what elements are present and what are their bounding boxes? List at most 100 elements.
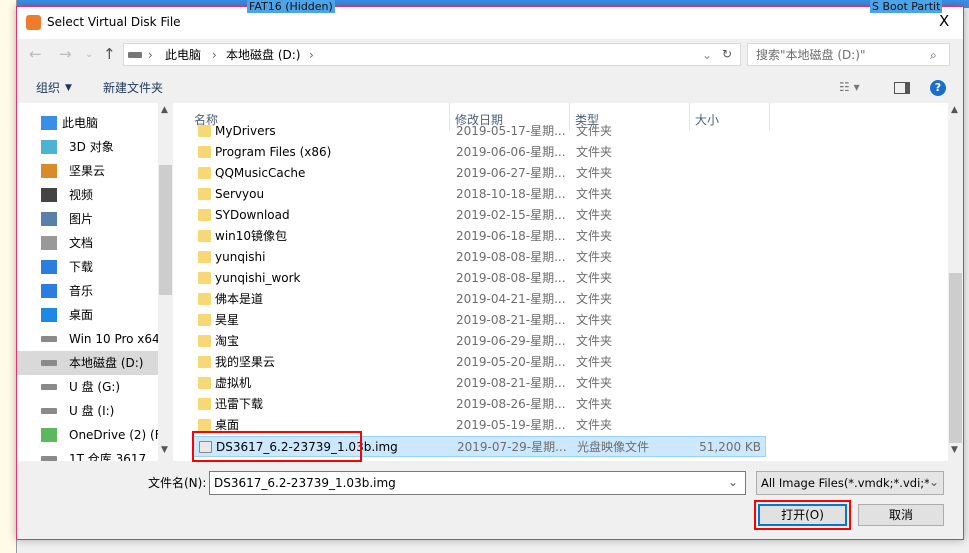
file-row[interactable]: 佛本是道 2019-04-21-星期... 文件夹	[192, 289, 766, 310]
file-type: 文件夹	[576, 376, 613, 390]
breadcrumb-item[interactable]: 此电脑	[165, 47, 201, 63]
refresh-icon[interactable]: ↻	[722, 46, 732, 62]
file-row[interactable]: 迅雷下载 2019-08-26-星期... 文件夹	[192, 394, 766, 415]
file-row[interactable]: Program Files (x86) 2019-06-06-星期... 文件夹	[192, 142, 766, 163]
file-type: 文件夹	[576, 229, 613, 243]
sidebar-item[interactable]: Win 10 Pro x64	[17, 327, 160, 351]
file-type-value: All Image Files(*.vmdk;*.vdi;*	[761, 476, 930, 490]
window-title: Select Virtual Disk File	[47, 15, 181, 29]
sidebar-item[interactable]: 坚果云	[17, 159, 158, 183]
open-button[interactable]: 打开(O)	[758, 504, 847, 526]
address-bar[interactable]: › 此电脑 › 本地磁盘 (D:) › ⌄ ↻	[123, 43, 741, 66]
file-size: 51,200 KB	[699, 440, 761, 454]
file-date: 2019-08-21-星期...	[456, 376, 566, 390]
file-row[interactable]: 昊星 2019-08-21-星期... 文件夹	[192, 310, 766, 331]
recent-dropdown[interactable]: ⌄	[85, 47, 93, 63]
chevron-right-icon: ›	[148, 48, 153, 62]
sidebar-item[interactable]: 桌面	[17, 303, 158, 327]
sidebar-item-label: 此电脑	[62, 116, 99, 130]
file-date: 2019-08-26-星期...	[456, 397, 566, 411]
drive-icon	[41, 408, 57, 414]
caret-down-icon: ▼	[65, 83, 72, 93]
scroll-thumb[interactable]	[949, 273, 962, 443]
file-date: 2019-05-20-星期...	[456, 355, 566, 369]
sidebar-item[interactable]: U 盘 (I:)	[17, 399, 158, 423]
sidebar-item[interactable]: 视频	[17, 183, 158, 207]
file-type: 文件夹	[576, 355, 613, 369]
new-folder-button[interactable]: 新建文件夹	[103, 80, 163, 96]
close-button[interactable]: X	[939, 13, 949, 29]
file-row[interactable]: win10镜像包 2019-06-18-星期... 文件夹	[192, 226, 766, 247]
file-type: 文件夹	[576, 271, 613, 285]
file-type: 文件夹	[576, 124, 613, 138]
sidebar-scrollbar[interactable]: ▲ ▼	[158, 103, 173, 461]
folder-icon	[198, 188, 211, 200]
up-button[interactable]: ↑	[103, 46, 116, 62]
sidebar-item[interactable]: 1T 仓库 3617	[17, 447, 158, 461]
music-icon	[41, 284, 57, 298]
sidebar-item[interactable]: 文档	[17, 231, 158, 255]
file-date: 2019-06-18-星期...	[456, 229, 566, 243]
folder-icon	[198, 209, 211, 221]
sidebar-item-label: 图片	[69, 212, 94, 226]
search-input[interactable]: 搜索"本地磁盘 (D:)"	[756, 47, 866, 63]
scroll-thumb[interactable]	[159, 165, 172, 295]
sidebar-item[interactable]: 本地磁盘 (D:)	[17, 351, 158, 375]
file-row[interactable]: 我的坚果云 2019-05-20-星期... 文件夹	[192, 352, 766, 373]
drive-icon	[41, 360, 57, 366]
preview-pane-icon[interactable]	[894, 82, 910, 94]
sidebar-item[interactable]: 下载	[17, 255, 158, 279]
sidebar-item[interactable]: 图片	[17, 207, 158, 231]
chevron-right-icon: ›	[309, 48, 314, 62]
background-partition-label: FAT16 (Hidden)	[247, 0, 335, 13]
background-app-left	[0, 0, 17, 553]
file-row[interactable]: 虚拟机 2019-08-21-星期... 文件夹	[192, 373, 766, 394]
background-partition-label: S Boot Partit	[870, 0, 943, 13]
file-row[interactable]: 淘宝 2019-06-29-星期... 文件夹	[192, 331, 766, 352]
search-box[interactable]: 搜索"本地磁盘 (D:)" ⌕	[747, 43, 950, 66]
navigation-pane: 此电脑 3D 对象 坚果云视频图片文档 下载 音乐桌面 Win 10 Pro x64 本地磁…	[17, 103, 173, 461]
sidebar-item[interactable]: 此电脑	[17, 111, 158, 135]
view-options-icon[interactable]: ☷ ▾	[839, 79, 860, 95]
drive-icon	[41, 384, 57, 390]
file-date: 2018-10-18-星期...	[456, 187, 566, 201]
sidebar-item[interactable]: OneDrive (2) (F	[17, 423, 162, 447]
file-type-select[interactable]: All Image Files(*.vmdk;*.vdi;* ⌄	[756, 471, 944, 495]
file-row[interactable]: yunqishi_work 2019-08-08-星期... 文件夹	[192, 268, 766, 289]
file-row[interactable]: MyDrivers 2019-05-17-星期... 文件夹	[192, 121, 766, 142]
file-row[interactable]: Servyou 2018-10-18-星期... 文件夹	[192, 184, 766, 205]
folder-icon	[198, 335, 211, 347]
search-icon[interactable]: ⌕	[930, 47, 937, 63]
folder-icon	[198, 398, 211, 410]
sidebar-item-label: 视频	[69, 188, 94, 202]
cancel-button[interactable]: 取消	[858, 504, 944, 526]
nutstore-icon	[41, 164, 57, 178]
file-name: 虚拟机	[215, 376, 252, 390]
file-row[interactable]: yunqishi 2019-08-08-星期... 文件夹	[192, 247, 766, 268]
organize-button[interactable]: 组织	[36, 80, 60, 96]
file-date: 2019-04-21-星期...	[456, 292, 566, 306]
sidebar-item-label: Win 10 Pro x64	[69, 332, 160, 346]
back-button[interactable]: ←	[29, 46, 42, 62]
sidebar-item[interactable]: U 盘 (G:)	[17, 375, 158, 399]
chevron-down-icon[interactable]: ⌄	[728, 474, 738, 490]
sidebar-item[interactable]: 3D 对象	[17, 135, 158, 159]
forward-button[interactable]: →	[59, 46, 72, 62]
dropdown-icon[interactable]: ⌄	[702, 47, 712, 63]
filename-input[interactable]: DS3617_6.2-23739_1.03b.img ⌄	[209, 471, 746, 495]
breadcrumb-item[interactable]: 本地磁盘 (D:)	[226, 47, 300, 63]
file-row[interactable]: SYDownload 2019-02-15-星期... 文件夹	[192, 205, 766, 226]
chevron-right-icon: ›	[212, 48, 217, 62]
file-name: Servyou	[215, 187, 265, 201]
file-name: 淘宝	[215, 334, 240, 348]
sidebar-item[interactable]: 音乐	[17, 279, 158, 303]
file-list-scrollbar[interactable]: ▲ ▼	[948, 103, 963, 461]
sort-ascending-icon: ^	[314, 103, 323, 110]
documents-icon	[41, 236, 57, 250]
sidebar-item-label: 桌面	[69, 308, 94, 322]
file-type: 文件夹	[576, 208, 613, 222]
file-row[interactable]: QQMusicCache 2019-06-27-星期... 文件夹	[192, 163, 766, 184]
file-name: Program Files (x86)	[215, 145, 332, 159]
help-icon[interactable]: ?	[930, 80, 946, 96]
file-name: yunqishi_work	[215, 271, 301, 285]
